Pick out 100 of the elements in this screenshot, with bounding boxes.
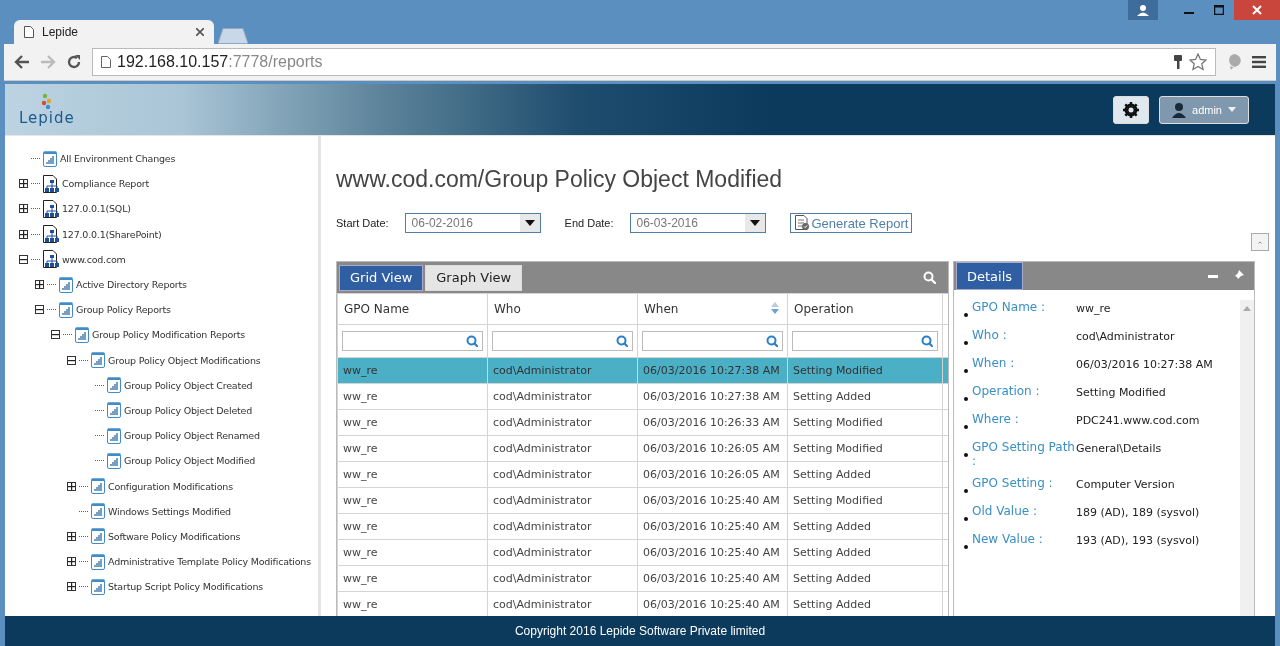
filter-field[interactable]: [492, 331, 633, 351]
network-document-icon: [43, 250, 59, 269]
generate-report-button[interactable]: Generate Report: [789, 213, 913, 233]
tree-item[interactable]: Group Policy Object Deleted: [124, 404, 253, 416]
view-tab[interactable]: Grid View: [339, 264, 424, 291]
table-row[interactable]: ww_re cod\Administrator 06/03/2016 10:26:33 AM Setting Modified: [337, 409, 948, 436]
end-date-label: End Date:: [564, 217, 614, 229]
table-cell: ww_re: [337, 539, 488, 566]
tree-item[interactable]: Configuration Modifications: [108, 480, 233, 492]
tree-item[interactable]: Group Policy Object Modifications: [108, 354, 261, 366]
sort-icon[interactable]: [771, 302, 779, 314]
field-value: cod\Administrator: [1076, 329, 1176, 345]
table-row[interactable]: ww_re cod\Administrator 06/03/2016 10:25:40 AM Setting Added: [337, 513, 948, 540]
bar-chart-icon: [107, 452, 121, 469]
table-cell: Setting Added: [787, 461, 943, 488]
search-icon: [616, 335, 628, 347]
tree-item[interactable]: Startup Script Policy Modifications: [108, 581, 264, 593]
address-bar[interactable]: 192.168.10.157:7778/reports: [92, 48, 1216, 76]
tree-item[interactable]: Administrative Template Policy Modifications: [108, 556, 311, 568]
details-tab[interactable]: Details: [956, 262, 1024, 290]
expand-toggle[interactable]: [35, 305, 44, 315]
close-icon[interactable]: [196, 28, 204, 36]
bar-chart-icon: [107, 377, 121, 394]
table-row[interactable]: ww_re cod\Administrator 06/03/2016 10:25:40 AM Setting Added: [337, 565, 948, 592]
tree-item[interactable]: Software Policy Modifications: [108, 530, 241, 542]
tab-title: Lepide: [42, 25, 80, 39]
tree-item[interactable]: Group Policy Modification Reports: [92, 329, 246, 341]
filter-field[interactable]: [342, 331, 483, 351]
table-row[interactable]: ww_re cod\Administrator 06/03/2016 10:26:05 AM Setting Modified: [337, 435, 948, 462]
field-value: Computer Version: [1076, 477, 1176, 493]
key-icon[interactable]: [1173, 54, 1183, 70]
expand-toggle[interactable]: [19, 254, 28, 264]
tree-item[interactable]: Group Policy Object Created: [124, 379, 253, 391]
field-label: Old Value :: [972, 504, 1038, 520]
tree-item[interactable]: Compliance Report: [62, 178, 150, 190]
column-header[interactable]: Operation: [787, 293, 943, 325]
filter-field[interactable]: [642, 331, 783, 351]
expand-toggle[interactable]: [67, 582, 76, 592]
tree-item[interactable]: Group Policy Object Renamed: [124, 430, 260, 442]
tree-item[interactable]: Group Policy Object Modified: [124, 455, 256, 467]
page-icon: [24, 26, 34, 38]
table-cell: cod\Administrator: [487, 487, 638, 514]
start-date-dropdown[interactable]: 06-02-2016: [404, 213, 541, 233]
bullet-icon: [964, 397, 968, 401]
column-header[interactable]: Who: [487, 293, 638, 325]
expand-toggle[interactable]: [19, 204, 28, 214]
search-icon[interactable]: [923, 271, 936, 284]
table-cell: Setting Added: [787, 565, 943, 592]
browser-tab[interactable]: Lepide: [14, 20, 214, 44]
tree-item[interactable]: 127.0.0.1(SharePoint): [62, 228, 162, 240]
expand-toggle[interactable]: [67, 557, 76, 567]
plus-icon: [20, 205, 27, 213]
table-row[interactable]: ww_re cod\Administrator 06/03/2016 10:25:40 AM Setting Added: [337, 539, 948, 566]
table-row[interactable]: ww_re cod\Administrator 06/03/2016 10:27:38 AM Setting Modified: [337, 357, 948, 384]
table-cell: Setting Modified: [787, 409, 943, 436]
tree-item[interactable]: www.cod.com: [62, 253, 126, 265]
table-cell: cod\Administrator: [487, 435, 638, 462]
view-tab[interactable]: Graph View: [425, 264, 523, 291]
settings-icon: [1123, 101, 1139, 118]
table-cell: ww_re: [337, 357, 488, 384]
minimize-icon[interactable]: [1208, 274, 1218, 278]
bar-chart-icon: [91, 478, 105, 495]
expand-toggle[interactable]: [51, 330, 60, 340]
plus-icon: [20, 230, 27, 238]
settings-button[interactable]: [1113, 95, 1149, 124]
expand-toggle[interactable]: [19, 229, 28, 239]
bullet-icon: [964, 369, 968, 373]
plus-icon: [68, 532, 75, 540]
star-icon[interactable]: [1189, 53, 1207, 71]
column-header[interactable]: GPO Name: [337, 293, 488, 325]
table-cell: ww_re: [337, 487, 488, 514]
end-date-dropdown[interactable]: 06-03-2016: [629, 213, 766, 233]
search-icon: [766, 335, 778, 347]
tree-item[interactable]: Active Directory Reports: [76, 279, 187, 291]
maximize-icon[interactable]: [1214, 5, 1224, 15]
back-icon[interactable]: [14, 55, 30, 69]
filter-field[interactable]: [792, 331, 938, 351]
table-row[interactable]: ww_re cod\Administrator 06/03/2016 10:27:38 AM Setting Added: [337, 383, 948, 410]
tree-item[interactable]: Group Policy Reports: [76, 304, 171, 316]
expand-toggle[interactable]: [19, 179, 28, 189]
tree-item[interactable]: All Environment Changes: [60, 153, 176, 165]
user-icon: [1172, 101, 1186, 118]
user-icon[interactable]: [1137, 4, 1149, 16]
table-cell: ww_re: [337, 409, 488, 436]
bar-chart-icon: [75, 326, 89, 343]
search-icon: [466, 335, 478, 347]
tree-item[interactable]: Windows Settings Modified: [108, 505, 231, 517]
tree-item[interactable]: 127.0.0.1(SQL): [62, 203, 131, 215]
reload-icon[interactable]: [66, 54, 82, 70]
expand-toggle[interactable]: [35, 280, 44, 290]
column-header[interactable]: When: [637, 293, 788, 325]
table-cell: 06/03/2016 10:26:05 AM: [637, 435, 788, 462]
expand-toggle[interactable]: [67, 355, 76, 365]
table-cell: ww_re: [337, 513, 488, 540]
expand-toggle[interactable]: [67, 531, 76, 541]
table-row[interactable]: ww_re cod\Administrator 06/03/2016 10:26:05 AM Setting Added: [337, 461, 948, 488]
table-row[interactable]: ww_re cod\Administrator 06/03/2016 10:25:40 AM Setting Modified: [337, 487, 948, 514]
bar-chart-icon: [91, 553, 105, 570]
menu-icon[interactable]: [1252, 56, 1266, 68]
expand-toggle[interactable]: [67, 481, 76, 491]
